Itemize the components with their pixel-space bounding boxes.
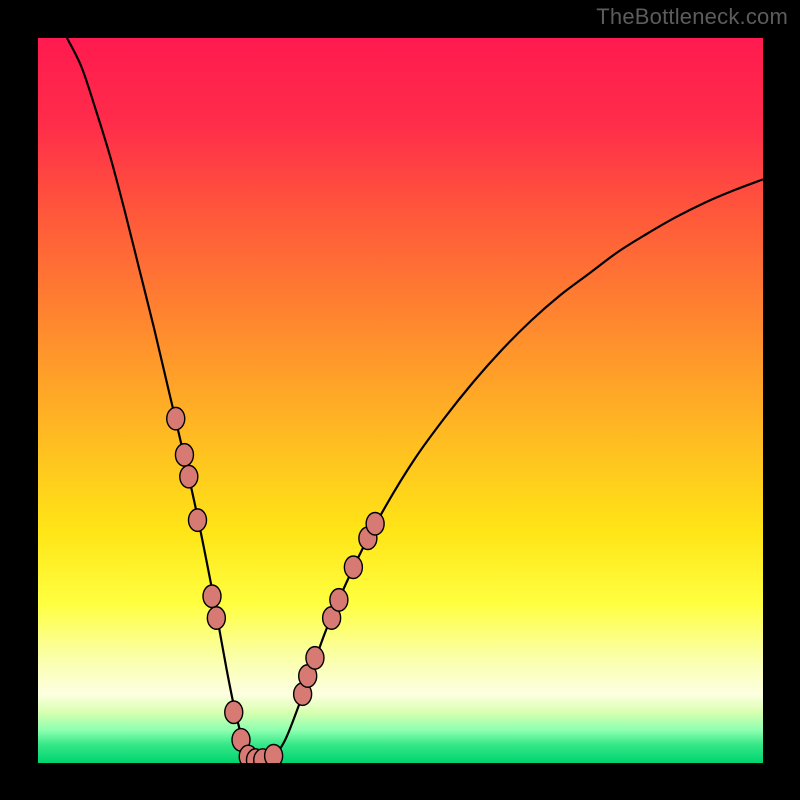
- data-marker: [203, 585, 221, 608]
- data-marker: [207, 607, 225, 630]
- data-marker: [189, 509, 207, 532]
- data-marker: [265, 745, 283, 764]
- data-marker: [180, 465, 198, 488]
- data-marker: [330, 589, 348, 612]
- data-marker: [175, 444, 193, 467]
- chart-svg: [38, 38, 763, 763]
- plot-area: [38, 38, 763, 763]
- data-marker: [167, 407, 185, 430]
- gradient-background: [38, 38, 763, 763]
- chart-frame: TheBottleneck.com: [0, 0, 800, 800]
- data-marker: [306, 647, 324, 670]
- watermark-text: TheBottleneck.com: [596, 4, 788, 30]
- data-marker: [344, 556, 362, 579]
- data-marker: [366, 513, 384, 536]
- data-marker: [225, 701, 243, 724]
